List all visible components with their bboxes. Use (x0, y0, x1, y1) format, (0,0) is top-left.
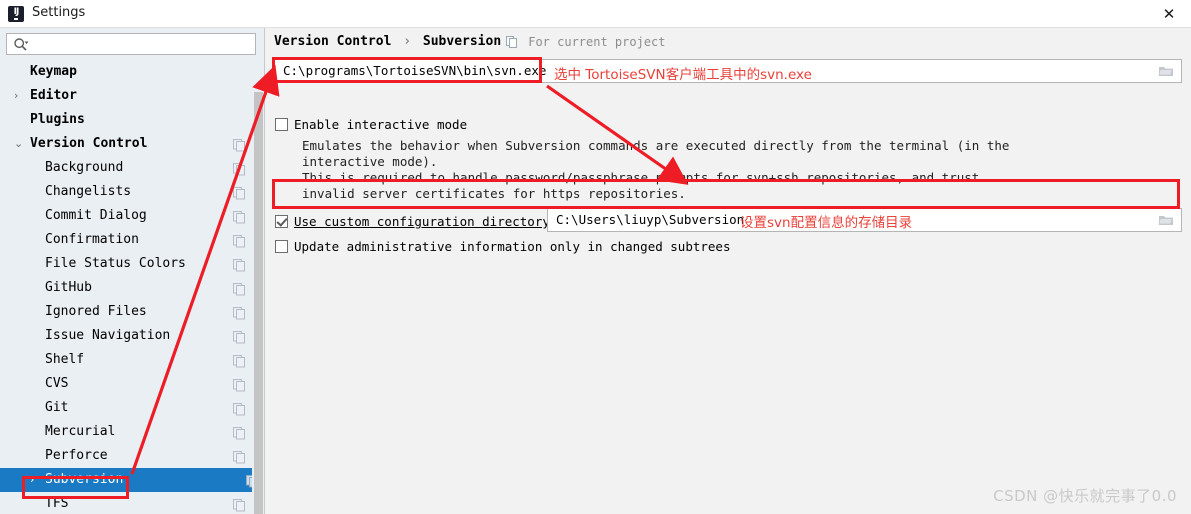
use-custom-config-dir-row[interactable]: Use custom configuration directory: (275, 214, 557, 229)
sidebar-item-label: Issue Navigation (45, 328, 171, 343)
sidebar-item-label: Plugins (30, 112, 85, 127)
sidebar-item-confirmation[interactable]: Confirmation (0, 228, 252, 252)
sidebar-item-label: Changelists (45, 184, 132, 199)
sidebar-item-ignored-files[interactable]: Ignored Files (0, 300, 252, 324)
project-scope-icon (233, 305, 246, 320)
project-scope-icon (233, 209, 246, 224)
enable-interactive-mode-checkbox[interactable] (275, 118, 288, 131)
csdn-watermark: CSDN @快乐就完事了0.0 (993, 487, 1177, 505)
sidebar-item-label: Git (45, 400, 69, 415)
sidebar-item-label: GitHub (45, 280, 92, 295)
search-input[interactable] (33, 34, 253, 54)
project-scope-icon (506, 36, 517, 48)
project-scope-icon (233, 233, 246, 248)
chevron-icon[interactable]: ⌄ (14, 132, 26, 156)
project-scope-icon (233, 377, 246, 392)
sidebar-item-file-status-colors[interactable]: File Status Colors (0, 252, 252, 276)
folder-browse-icon[interactable] (1152, 61, 1180, 81)
sidebar-item-github[interactable]: GitHub (0, 276, 252, 300)
intellij-idea-icon: IJ (8, 6, 24, 22)
sidebar-item-label: Background (45, 160, 124, 175)
svn-executable-path-value: C:\programs\TortoiseSVN\bin\svn.exe (283, 63, 547, 78)
sidebar-item-version-control[interactable]: ⌄ Version Control (0, 132, 252, 156)
folder-browse-icon[interactable] (1152, 210, 1180, 230)
sidebar-item-git[interactable]: Git (0, 396, 252, 420)
sidebar-item-changelists[interactable]: Changelists (0, 180, 252, 204)
sidebar-item-mercurial[interactable]: Mercurial (0, 420, 252, 444)
sidebar-item-label: CVS (45, 376, 69, 391)
use-custom-config-dir-checkbox[interactable] (275, 215, 288, 228)
sidebar-item-label: Mercurial (45, 424, 116, 439)
breadcrumb-leaf: Subversion (422, 34, 502, 49)
settings-sidebar: Keymap › Editor Plugins ⌄ Version Control Back… (0, 28, 265, 514)
search-field[interactable] (6, 33, 256, 55)
sidebar-scrollbar-thumb[interactable] (254, 92, 263, 514)
sidebar-item-commit-dialog[interactable]: Commit Dialog (0, 204, 252, 228)
sidebar-scrollbar[interactable] (252, 56, 264, 514)
sidebar-item-label: Shelf (45, 352, 85, 367)
for-current-project-text: For current project (528, 35, 666, 49)
for-current-project-label: For current project (506, 35, 666, 49)
sidebar-item-cvs[interactable]: CVS (0, 372, 252, 396)
settings-tree: Keymap › Editor Plugins ⌄ Version Control Back… (0, 60, 264, 514)
project-scope-icon (233, 137, 246, 152)
sidebar-item-label: File Status Colors (45, 256, 186, 271)
interactive-mode-description: Emulates the behavior when Subversion co… (302, 138, 1010, 201)
title-bar: IJ Settings ✕ (0, 0, 1191, 28)
sidebar-item-label: Perforce (45, 448, 108, 463)
project-scope-icon (233, 185, 246, 200)
sidebar-item-label: Ignored Files (45, 304, 147, 319)
breadcrumb-root[interactable]: Version Control (274, 34, 391, 49)
sidebar-item-keymap[interactable]: Keymap (0, 60, 252, 84)
sidebar-item-issue-navigation[interactable]: Issue Navigation (0, 324, 252, 348)
project-scope-icon (233, 281, 246, 296)
custom-config-dir-field[interactable]: C:\Users\liuyp\Subversion 设置svn配置信息的存储目录 (547, 208, 1182, 232)
settings-main-panel: Version Control › Subversion For current… (266, 28, 1191, 514)
svn-executable-path-field[interactable]: C:\programs\TortoiseSVN\bin\svn.exe 选中 T… (274, 59, 1182, 83)
chevron-icon[interactable]: › (30, 468, 42, 492)
project-scope-icon (233, 329, 246, 344)
svn-executable-path-annotation: 选中 TortoiseSVN客户端工具中的svn.exe (554, 67, 812, 83)
project-scope-icon (233, 497, 246, 512)
breadcrumb-separator: › (403, 34, 412, 49)
sidebar-item-editor[interactable]: › Editor (0, 84, 252, 108)
update-admin-info-checkbox[interactable] (275, 240, 288, 253)
enable-interactive-mode-label: Enable interactive mode (294, 117, 468, 132)
use-custom-config-dir-label: Use custom configuration directory: (294, 214, 558, 229)
breadcrumb: Version Control › Subversion (274, 34, 501, 49)
sidebar-item-label: Keymap (30, 64, 77, 79)
sidebar-item-perforce[interactable]: Perforce (0, 444, 252, 468)
sidebar-item-background[interactable]: Background (0, 156, 252, 180)
project-scope-icon (233, 449, 246, 464)
sidebar-item-subversion[interactable]: › Subversion (0, 468, 264, 492)
enable-interactive-mode-row[interactable]: Enable interactive mode (275, 117, 467, 132)
custom-config-dir-annotation: 设置svn配置信息的存储目录 (740, 215, 913, 231)
sidebar-item-label: Commit Dialog (45, 208, 147, 223)
sidebar-item-label: Version Control (30, 136, 148, 151)
sidebar-item-label: Confirmation (45, 232, 139, 247)
update-admin-info-label: Update administrative information only i… (294, 239, 731, 254)
search-icon (14, 38, 29, 51)
window-title: Settings (32, 5, 86, 20)
sidebar-item-plugins[interactable]: Plugins (0, 108, 252, 132)
close-icon[interactable]: ✕ (1147, 0, 1191, 27)
sidebar-item-tfs[interactable]: TFS (0, 492, 252, 514)
custom-config-dir-value: C:\Users\liuyp\Subversion (556, 212, 745, 227)
project-scope-icon (233, 257, 246, 272)
sidebar-item-label: Subversion (45, 472, 124, 487)
update-admin-info-row[interactable]: Update administrative information only i… (275, 239, 731, 254)
sidebar-item-label: TFS (45, 496, 69, 511)
sidebar-item-label: Editor (30, 88, 77, 103)
project-scope-icon (233, 161, 246, 176)
project-scope-icon (233, 353, 246, 368)
project-scope-icon (233, 401, 246, 416)
chevron-icon[interactable]: › (14, 84, 26, 108)
sidebar-item-shelf[interactable]: Shelf (0, 348, 252, 372)
project-scope-icon (233, 425, 246, 440)
